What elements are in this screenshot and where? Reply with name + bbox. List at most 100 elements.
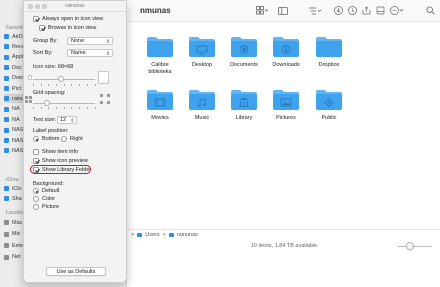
bg-default-radio[interactable]: Default bbox=[33, 188, 59, 194]
sidebar-item-label: NAS bbox=[12, 127, 24, 134]
sidebar-locations-heading: Locatio bbox=[6, 210, 24, 216]
folder-item[interactable]: Dropbox bbox=[303, 36, 355, 69]
slider-knob[interactable] bbox=[44, 100, 51, 106]
icon-size-ticks bbox=[33, 84, 95, 86]
share-icon bbox=[333, 6, 343, 15]
grid-spacing-slider[interactable] bbox=[33, 100, 95, 106]
bg-picture-radio[interactable]: Picture bbox=[33, 204, 59, 210]
group-sort-button[interactable] bbox=[308, 5, 324, 16]
sort-by-label: Sort By: bbox=[33, 50, 53, 56]
share-button[interactable] bbox=[333, 5, 343, 16]
upload-button[interactable] bbox=[361, 5, 371, 16]
icon-size-slider[interactable] bbox=[33, 76, 95, 82]
sidebar-item-label: Pict bbox=[12, 85, 22, 92]
grid-view-icon bbox=[256, 6, 268, 15]
show-item-info-label: Show item info bbox=[42, 149, 79, 155]
group-by-value: None bbox=[71, 38, 85, 44]
bg-picture-label: Picture bbox=[42, 204, 60, 210]
popup-arrows-icon: ⇕ bbox=[105, 39, 110, 45]
large-icon-preview bbox=[98, 71, 109, 84]
label-right-radio[interactable]: Right bbox=[61, 136, 83, 142]
label-bottom-text: Bottom bbox=[42, 136, 60, 142]
globe-icon bbox=[4, 254, 9, 260]
sidebar-item-label: NA bbox=[12, 106, 20, 113]
path-home[interactable]: rainunas bbox=[177, 232, 198, 238]
use-as-defaults-button[interactable]: Use as Defaults bbox=[46, 267, 106, 276]
icon-zoom-slider[interactable] bbox=[398, 242, 432, 250]
doc-icon bbox=[4, 65, 9, 71]
path-users[interactable]: Users bbox=[145, 232, 159, 238]
sidebar-item-label: AirD bbox=[12, 33, 23, 40]
sidebar-item-label: Mic bbox=[12, 231, 21, 237]
background-label: Background: bbox=[33, 181, 64, 187]
status-text: 10 items, 1,84 TB available bbox=[250, 243, 318, 249]
highlight-ring bbox=[30, 165, 91, 174]
folder-icon bbox=[146, 36, 174, 58]
radio-selected-icon bbox=[33, 136, 39, 142]
cloud-icon bbox=[4, 186, 9, 191]
icon-size-label: Icon size: 68×68 bbox=[33, 64, 74, 70]
radio-selected-icon bbox=[33, 188, 39, 194]
slider-knob[interactable] bbox=[58, 76, 65, 82]
folder-item[interactable]: Public bbox=[303, 89, 355, 122]
small-icon-preview bbox=[28, 75, 32, 80]
folder-icon bbox=[315, 89, 343, 111]
sidebar-item-label: Mac bbox=[12, 219, 23, 226]
path-separator: > bbox=[131, 231, 135, 238]
always-open-checkbox[interactable]: Always open in icon view bbox=[33, 16, 103, 22]
folder-icon bbox=[4, 106, 9, 112]
folder-icon bbox=[315, 36, 343, 58]
label-bottom-radio[interactable]: Bottom bbox=[33, 136, 59, 142]
ellipsis-icon bbox=[390, 6, 404, 15]
show-icon-preview-checkbox[interactable]: Show icon preview bbox=[33, 158, 88, 164]
sort-by-popup[interactable]: Name ⇕ bbox=[67, 49, 113, 57]
bg-color-radio[interactable]: Color bbox=[33, 196, 55, 202]
sidebar-icloud-heading: iClou bbox=[6, 177, 19, 183]
more-actions-button[interactable] bbox=[389, 5, 405, 16]
tag-icon bbox=[347, 6, 357, 15]
folder-grid: Calibre biblioteka Desktop Documents Down… bbox=[128, 22, 440, 227]
sidebar-item-label: Exte bbox=[12, 242, 24, 249]
users-folder-icon bbox=[137, 232, 143, 237]
finder-toolbar: nmunas bbox=[128, 0, 440, 22]
folder-icon bbox=[272, 36, 300, 58]
disk-icon bbox=[4, 231, 9, 237]
checkbox-checked-icon bbox=[33, 158, 39, 164]
search-button[interactable] bbox=[425, 5, 435, 16]
sidebar-toggle-button[interactable] bbox=[277, 5, 289, 16]
checkbox-checked-icon bbox=[33, 16, 39, 22]
bg-default-label: Default bbox=[42, 188, 60, 194]
grid-spacing-ticks bbox=[33, 107, 95, 109]
window-title: nmunas bbox=[140, 6, 171, 15]
popup-arrows-icon: ⇕ bbox=[105, 51, 110, 57]
folder-label: Public bbox=[321, 115, 337, 121]
folder-icon bbox=[4, 138, 9, 143]
browse-checkbox[interactable]: Browse in icon view bbox=[39, 25, 96, 31]
folder-icon bbox=[146, 89, 174, 111]
text-size-label: Text size: bbox=[33, 117, 56, 123]
folder-label: Dropbox bbox=[318, 62, 340, 68]
radio-unselected-icon bbox=[33, 204, 39, 210]
folder-icon bbox=[188, 89, 216, 111]
sidebar-item-label: NAS bbox=[12, 137, 24, 144]
show-item-info-checkbox[interactable]: Show item info bbox=[33, 149, 78, 155]
label-position-label: Label position: bbox=[33, 128, 69, 134]
sidebar-item-label: Dow bbox=[12, 75, 24, 82]
group-by-label: Group By: bbox=[33, 38, 58, 44]
zoom-slider-knob[interactable] bbox=[405, 242, 414, 250]
folder-icon bbox=[272, 89, 300, 111]
tag-button[interactable] bbox=[347, 5, 357, 16]
text-size-popup[interactable]: 12 ⇕ bbox=[57, 116, 77, 124]
icon-view-button[interactable] bbox=[254, 5, 270, 16]
label-right-text: Right bbox=[70, 136, 83, 142]
folder-icon bbox=[4, 148, 9, 154]
group-by-popup[interactable]: None ⇕ bbox=[67, 37, 113, 45]
list-sort-icon bbox=[309, 7, 322, 14]
folder-icon bbox=[230, 89, 258, 111]
slider-track bbox=[33, 102, 95, 104]
drive-button[interactable] bbox=[375, 5, 385, 16]
show-icon-preview-label: Show icon preview bbox=[42, 158, 88, 164]
drive-icon bbox=[376, 6, 384, 15]
status-bar: 10 items, 1,84 TB available bbox=[128, 240, 440, 252]
view-options-panel: rainunas Always open in icon view Browse… bbox=[23, 0, 127, 283]
